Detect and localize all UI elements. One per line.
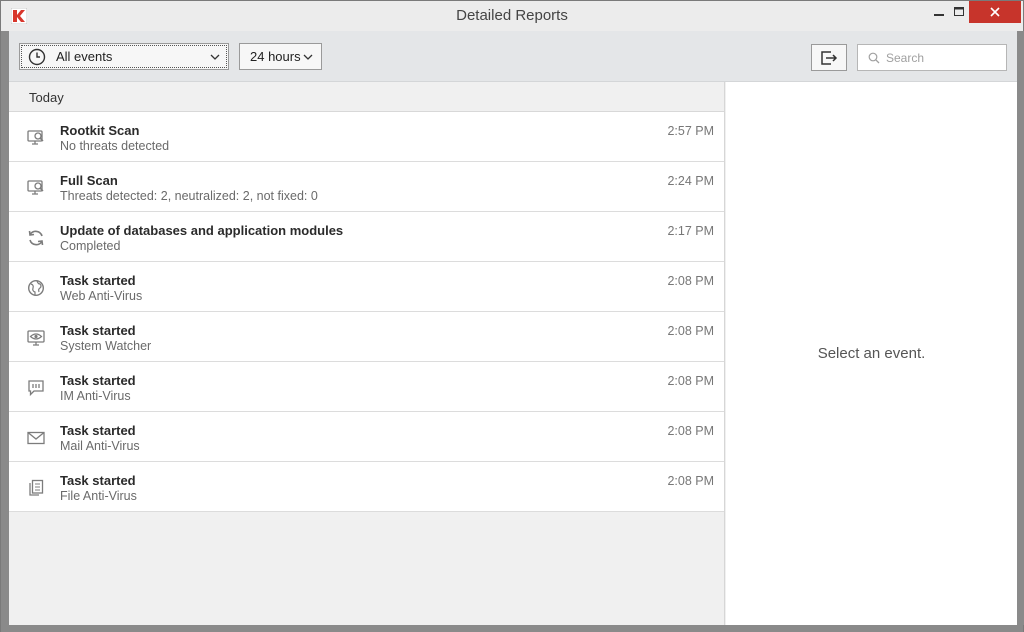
event-time: 2:08 PM [667,274,714,288]
event-subtitle: IM Anti-Virus [60,389,131,403]
minimize-icon [934,14,944,16]
event-row[interactable]: Full Scan Threats detected: 2, neutraliz… [9,162,724,212]
refresh-icon [28,230,44,246]
event-time: 2:24 PM [667,174,714,188]
event-title: Full Scan [60,173,118,188]
window-border-bottom [1,625,1023,632]
event-detail-pane: Select an event. [726,82,1017,625]
maximize-icon [954,7,964,16]
files-icon [29,479,44,496]
event-row[interactable]: Task started Web Anti-Virus 2:08 PM [9,262,724,312]
close-button[interactable] [969,1,1021,23]
event-row[interactable]: Task started IM Anti-Virus 2:08 PM [9,362,724,412]
event-subtitle: Web Anti-Virus [60,289,143,303]
monitor-search-icon [27,130,44,145]
event-title: Task started [60,473,136,488]
event-row[interactable]: Task started System Watcher 2:08 PM [9,312,724,362]
event-title: Task started [60,423,136,438]
mail-icon [27,431,45,445]
chevron-down-icon [303,54,313,60]
event-filter-label: All events [56,49,113,64]
clock-icon [28,48,46,65]
time-filter-label: 24 hours [250,49,301,64]
event-title: Task started [60,373,136,388]
event-time: 2:08 PM [667,424,714,438]
export-icon [821,50,838,65]
monitor-search-icon [27,180,44,195]
event-title: Task started [60,273,136,288]
event-list-pane: Today Rootkit Scan No threats detected 2… [9,82,725,625]
event-subtitle: System Watcher [60,339,152,353]
event-time: 2:17 PM [667,224,714,238]
title-bar: Detailed Reports [1,1,1023,31]
reports-window: Detailed Reports All events 24 hours Sea… [0,0,1024,632]
event-title: Update of databases and application modu… [60,223,344,238]
event-time: 2:57 PM [667,124,714,138]
event-subtitle: Completed [60,239,121,253]
window-title: Detailed Reports [456,7,568,24]
event-subtitle: File Anti-Virus [60,489,137,503]
empty-detail-message: Select an event. [817,345,926,362]
time-filter-dropdown[interactable]: 24 hours [239,43,322,70]
event-row[interactable]: Task started File Anti-Virus 2:08 PM [9,462,724,512]
search-icon [868,52,880,63]
event-row[interactable]: Update of databases and application modu… [9,212,724,262]
event-time: 2:08 PM [667,474,714,488]
window-border-left [1,31,9,625]
chevron-down-icon [210,54,220,60]
event-subtitle: Threats detected: 2, neutralized: 2, not… [60,189,318,203]
search-input[interactable] [886,50,996,65]
event-subtitle: Mail Anti-Virus [60,439,140,453]
export-button[interactable] [811,44,847,71]
event-filter-dropdown[interactable]: All events [19,43,229,70]
window-border-right [1017,31,1024,625]
close-icon [990,7,1000,17]
group-header-today: Today [9,82,724,112]
event-title: Task started [60,323,136,338]
toolbar: All events 24 hours [9,31,1017,82]
event-time: 2:08 PM [667,374,714,388]
monitor-eye-icon [27,330,45,346]
event-row[interactable]: Task started Mail Anti-Virus 2:08 PM [9,412,724,462]
event-time: 2:08 PM [667,324,714,338]
chat-icon [28,380,44,397]
globe-icon [27,279,45,297]
event-row[interactable]: Rootkit Scan No threats detected 2:57 PM [9,112,724,162]
search-box[interactable] [857,44,1007,71]
event-subtitle: No threats detected [60,139,170,153]
event-title: Rootkit Scan [60,123,140,138]
